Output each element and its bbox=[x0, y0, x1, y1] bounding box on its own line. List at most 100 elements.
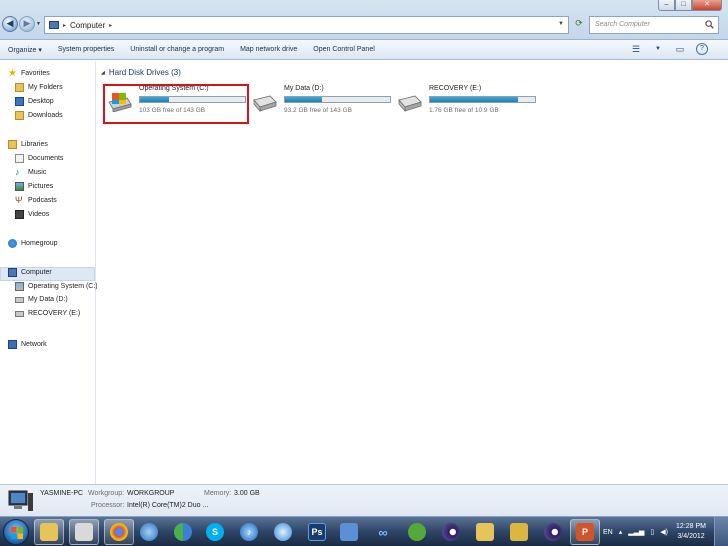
group-header-hard-disk-drives[interactable]: ◢ Hard Disk Drives (3) bbox=[101, 68, 181, 77]
taskbar-photoshop[interactable]: Ps bbox=[302, 519, 332, 545]
taskbar-app[interactable] bbox=[268, 519, 298, 545]
desktop-icon bbox=[15, 97, 24, 106]
drive-tile-d[interactable]: My Data (D:) 93.2 GB free of 143 GB bbox=[248, 84, 393, 120]
documents-icon bbox=[15, 154, 24, 163]
system-properties-button[interactable]: System properties bbox=[50, 46, 122, 53]
search-icon[interactable] bbox=[705, 20, 714, 29]
computer-icon bbox=[8, 490, 33, 511]
memory-label: Memory: bbox=[204, 490, 232, 497]
clock-app-icon bbox=[274, 523, 292, 541]
maximize-button[interactable]: □ bbox=[675, 0, 692, 11]
minimize-button[interactable]: – bbox=[658, 0, 675, 11]
search-input[interactable]: Search Computer bbox=[589, 16, 719, 34]
nav-music[interactable]: ♪ Music bbox=[15, 168, 46, 177]
taskbar-eclipse[interactable] bbox=[538, 519, 568, 545]
nav-downloads[interactable]: Downloads bbox=[15, 111, 63, 120]
taskbar-explorer[interactable] bbox=[34, 519, 64, 545]
search-placeholder: Search Computer bbox=[595, 21, 650, 28]
nav-favorites[interactable]: ★ Favorites bbox=[8, 69, 50, 79]
preview-pane-icon[interactable]: ▭ bbox=[674, 43, 686, 55]
close-button[interactable]: ✕ bbox=[692, 0, 722, 11]
nav-libraries[interactable]: Libraries bbox=[8, 140, 48, 149]
refresh-icon[interactable]: ⟳ bbox=[572, 18, 586, 29]
hard-drive-icon bbox=[15, 310, 24, 317]
help-icon[interactable]: ? bbox=[696, 43, 708, 55]
drive-free-space: 1.76 GB free of 10.9 GB bbox=[429, 107, 499, 114]
pictures-icon bbox=[15, 182, 24, 191]
processor-label: Processor: bbox=[91, 502, 125, 509]
breadcrumb-separator-icon[interactable]: ▸ bbox=[63, 22, 66, 29]
forward-button[interactable]: ▶ bbox=[19, 16, 35, 32]
system-tray: EN ▴ ▂▃▅ ▯ ◀) bbox=[603, 517, 668, 546]
nav-documents[interactable]: Documents bbox=[15, 154, 63, 163]
volume-icon[interactable]: ◀) bbox=[660, 528, 668, 536]
map-network-drive-button[interactable]: Map network drive bbox=[232, 46, 305, 53]
drive-name: RECOVERY (E:) bbox=[429, 85, 482, 92]
nav-drive-e[interactable]: RECOVERY (E:) bbox=[15, 310, 80, 317]
nav-item-label: My Folders bbox=[28, 84, 63, 91]
folder-icon bbox=[15, 83, 24, 92]
taskbar-app[interactable]: ∞ bbox=[368, 519, 398, 545]
videos-icon bbox=[15, 210, 24, 219]
taskbar-chrome[interactable] bbox=[104, 519, 134, 545]
nav-computer[interactable]: Computer bbox=[8, 268, 52, 277]
language-indicator[interactable]: EN bbox=[603, 529, 613, 536]
taskbar-app[interactable] bbox=[69, 519, 99, 545]
change-view-icon[interactable]: ☰ bbox=[630, 43, 642, 55]
taskbar-itunes[interactable]: ♪ bbox=[234, 519, 264, 545]
recent-pages-dropdown-icon[interactable]: ▼ bbox=[36, 21, 41, 27]
taskbar-app[interactable] bbox=[402, 519, 432, 545]
open-control-panel-button[interactable]: Open Control Panel bbox=[305, 46, 382, 53]
back-button[interactable]: ◀ bbox=[2, 16, 18, 32]
nav-network[interactable]: Network bbox=[8, 340, 47, 349]
breadcrumb-chevron-icon[interactable]: ▸ bbox=[109, 22, 112, 29]
nav-my-folders[interactable]: My Folders bbox=[15, 83, 63, 92]
folder-icon bbox=[476, 523, 494, 541]
app-icon bbox=[408, 523, 426, 541]
battery-icon[interactable]: ▯ bbox=[650, 528, 654, 536]
taskbar-app[interactable] bbox=[334, 519, 364, 545]
nav-drive-d[interactable]: My Data (D:) bbox=[15, 296, 68, 303]
itunes-icon: ♪ bbox=[240, 523, 258, 541]
start-button[interactable] bbox=[3, 519, 29, 545]
organize-button[interactable]: Organize ▾ bbox=[0, 46, 50, 54]
signal-icon[interactable]: ▂▃▅ bbox=[628, 528, 644, 536]
view-dropdown-icon[interactable]: ▼ bbox=[652, 43, 664, 55]
tray-expand-icon[interactable]: ▴ bbox=[619, 528, 623, 536]
nav-podcasts[interactable]: Ψ Podcasts bbox=[15, 196, 57, 205]
eclipse-icon bbox=[544, 523, 562, 541]
collapse-caret-icon[interactable]: ◢ bbox=[101, 70, 105, 76]
taskbar-powerpoint[interactable]: P bbox=[570, 519, 600, 545]
taskbar-app[interactable] bbox=[134, 519, 164, 545]
breadcrumb-computer[interactable]: Computer bbox=[70, 21, 105, 30]
address-bar[interactable]: ▸ Computer ▸ ▼ bbox=[44, 16, 569, 34]
app-icon bbox=[75, 523, 93, 541]
taskbar-skype[interactable]: S bbox=[200, 519, 230, 545]
nav-desktop[interactable]: Desktop bbox=[15, 97, 54, 106]
nav-drive-c[interactable]: Operating System (C:) bbox=[15, 282, 98, 291]
show-desktop-button[interactable] bbox=[714, 517, 728, 546]
network-globe-icon bbox=[140, 523, 158, 541]
workgroup-value: WORKGROUP bbox=[127, 490, 175, 497]
uninstall-program-button[interactable]: Uninstall or change a program bbox=[122, 46, 232, 53]
taskbar-app[interactable] bbox=[470, 519, 500, 545]
computer-icon bbox=[8, 268, 17, 277]
nav-homegroup[interactable]: Homegroup bbox=[8, 239, 58, 248]
taskbar-messenger[interactable] bbox=[168, 519, 198, 545]
drive-tile-e[interactable]: RECOVERY (E:) 1.76 GB free of 10.9 GB bbox=[393, 84, 538, 120]
system-drive-icon bbox=[15, 282, 24, 291]
clock-date: 3/4/2012 bbox=[677, 533, 705, 540]
hard-drive-icon bbox=[253, 95, 277, 112]
nav-item-label: Music bbox=[28, 169, 47, 176]
network-icon bbox=[8, 340, 17, 349]
clock[interactable]: 12:28 PM 3/4/2012 bbox=[676, 522, 706, 542]
drive-free-space: 93.2 GB free of 143 GB bbox=[284, 107, 352, 114]
address-dropdown-icon[interactable]: ▼ bbox=[558, 21, 564, 27]
nav-pictures[interactable]: Pictures bbox=[15, 182, 53, 191]
highlight-annotation-box bbox=[103, 84, 249, 124]
taskbar-app[interactable] bbox=[504, 519, 534, 545]
nav-favorites-label: Favorites bbox=[21, 70, 50, 77]
taskbar-eclipse[interactable] bbox=[436, 519, 466, 545]
nav-videos[interactable]: Videos bbox=[15, 210, 49, 219]
computer-icon bbox=[49, 21, 59, 29]
